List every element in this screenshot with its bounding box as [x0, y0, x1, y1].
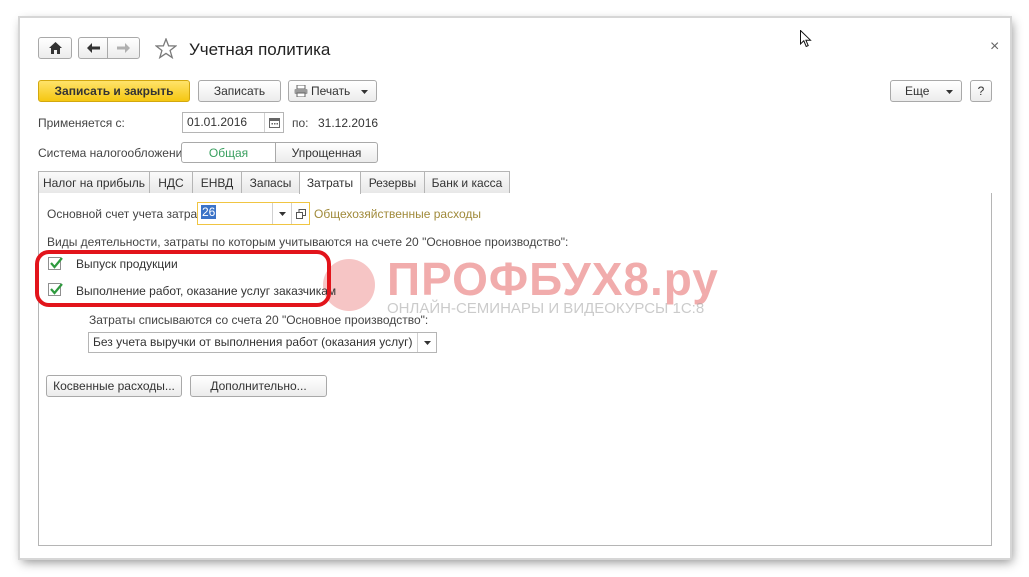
chevron-down-icon	[279, 211, 286, 216]
account-dropdown-button[interactable]	[272, 203, 292, 224]
arrow-right-icon	[117, 43, 130, 53]
home-icon	[48, 42, 62, 54]
highlight-frame	[35, 250, 331, 307]
account-open-button[interactable]	[291, 203, 310, 224]
indirect-costs-button[interactable]: Косвенные расходы...	[46, 375, 182, 397]
additional-button[interactable]: Дополнительно...	[190, 375, 327, 397]
chevron-down-icon	[424, 340, 431, 345]
close-icon[interactable]: ×	[990, 38, 999, 56]
print-button-label: Печать	[311, 84, 351, 98]
tab-reserves[interactable]: Резервы	[360, 171, 425, 193]
calendar-button[interactable]	[264, 113, 284, 132]
open-window-icon	[296, 208, 306, 219]
printer-icon	[294, 85, 308, 97]
tab-profit-tax[interactable]: Налог на прибыль	[38, 171, 150, 193]
tab-bank-cash[interactable]: Банк и касса	[424, 171, 510, 193]
tax-system-option-simplified[interactable]: Упрощенная	[275, 142, 378, 163]
period-from-label: Применяется с:	[38, 116, 125, 130]
main-cost-account-name[interactable]: Общехозяйственные расходы	[314, 207, 481, 221]
writeoff-select[interactable]: Без учета выручки от выполнения работ (о…	[88, 332, 437, 353]
period-from-value: 01.01.2016	[187, 115, 248, 129]
watermark-subtitle: ОНЛАЙН-СЕМИНАРЫ И ВИДЕОКУРСЫ 1С:8	[387, 300, 705, 317]
writeoff-label: Затраты списываются со счета 20 "Основно…	[89, 313, 429, 327]
more-button[interactable]: Еще	[890, 80, 962, 102]
chevron-down-icon	[361, 90, 368, 94]
main-cost-account-label: Основной счет учета затрат:	[47, 207, 206, 221]
home-button[interactable]	[38, 37, 72, 59]
period-to-value: 31.12.2016	[318, 116, 379, 130]
tab-envd[interactable]: ЕНВД	[192, 171, 242, 193]
chevron-down-icon	[946, 90, 953, 94]
more-button-label: Еще	[905, 84, 930, 98]
tab-costs[interactable]: Затраты	[299, 171, 361, 194]
help-button[interactable]: ?	[970, 80, 992, 102]
main-cost-account-value: 26	[201, 205, 217, 219]
activities-label: Виды деятельности, затраты по которым уч…	[47, 235, 569, 249]
watermark-brand: ПРОФБУХ8.ру	[387, 253, 719, 305]
forward-button[interactable]	[107, 37, 140, 59]
writeoff-value: Без учета выручки от выполнения работ (о…	[93, 335, 413, 349]
arrow-left-icon	[86, 43, 100, 53]
print-button[interactable]: Печать	[288, 80, 377, 102]
tab-inventory[interactable]: Запасы	[241, 171, 300, 193]
back-button[interactable]	[78, 37, 108, 59]
favorite-star-icon[interactable]	[154, 37, 178, 62]
save-and-close-button[interactable]: Записать и закрыть	[38, 80, 190, 102]
save-button[interactable]: Записать	[198, 80, 281, 102]
tax-system-label: Система налогообложения:	[38, 146, 193, 160]
period-to-label: по:	[292, 116, 309, 130]
calendar-icon	[269, 117, 280, 128]
tax-system-option-general[interactable]: Общая	[181, 142, 276, 163]
mouse-cursor-icon	[800, 29, 812, 51]
writeoff-dropdown-button[interactable]	[417, 333, 437, 352]
page-title: Учетная политика	[189, 40, 331, 59]
tab-vat[interactable]: НДС	[149, 171, 193, 193]
